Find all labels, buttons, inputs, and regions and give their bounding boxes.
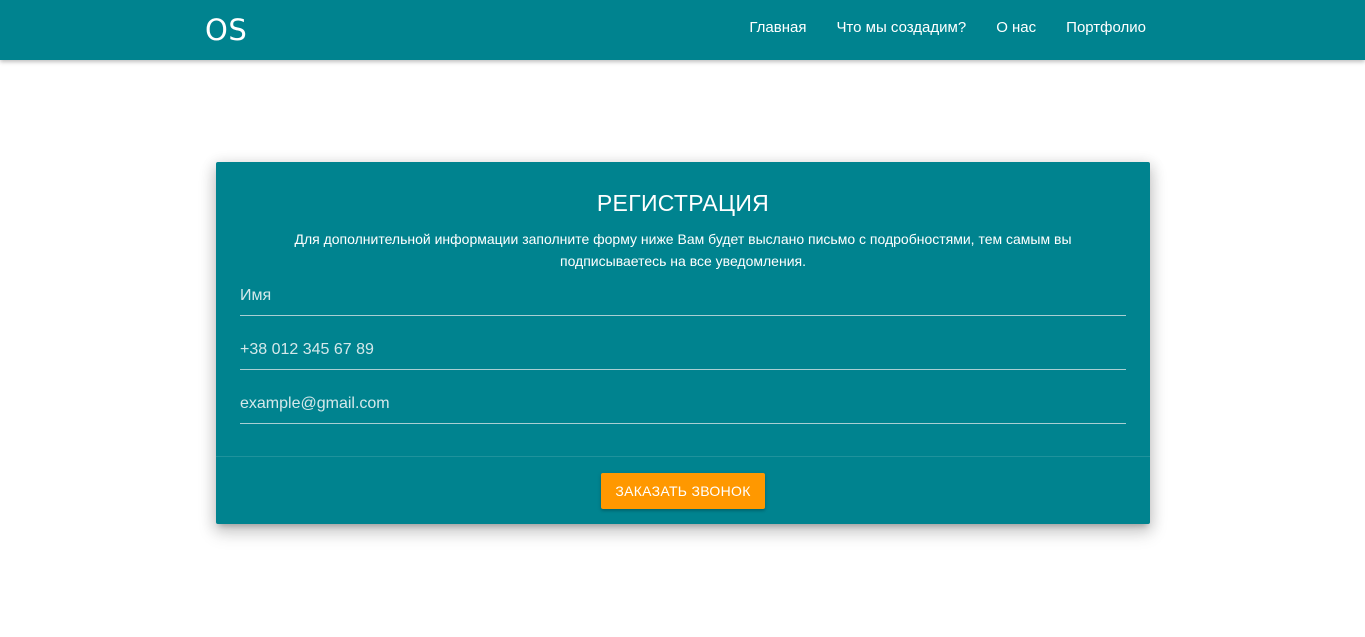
nav-item-what-we-create: Что мы создадим? (836, 19, 966, 38)
card-action-divider (216, 456, 1150, 457)
nav-link-about[interactable]: О нас (996, 18, 1036, 38)
name-input[interactable] (240, 277, 1126, 316)
form-description: Для дополнительной информации заполните … (294, 231, 1072, 269)
nav-menu: Главная Что мы создадим? О нас Портфолио (719, 0, 1146, 60)
nav-link-what-we-create[interactable]: Что мы создадим? (836, 18, 966, 38)
order-call-button[interactable]: Заказать звонок (601, 473, 765, 509)
registration-card: РЕГИСТРАЦИЯ Для дополнительной информаци… (216, 162, 1150, 524)
nav-item-home: Главная (749, 19, 806, 38)
nav-link-home[interactable]: Главная (749, 18, 806, 38)
nav-link-portfolio[interactable]: Портфолио (1066, 18, 1146, 38)
email-input[interactable] (240, 385, 1126, 424)
phone-input[interactable] (240, 331, 1126, 370)
brand-logo[interactable]: OS (205, 13, 247, 47)
form-title: РЕГИСТРАЦИЯ (596, 190, 770, 216)
nav-item-portfolio: Портфолио (1066, 19, 1146, 38)
nav-item-about: О нас (996, 19, 1036, 38)
top-navbar: OS Главная Что мы создадим? О нас Портфо… (0, 0, 1365, 60)
